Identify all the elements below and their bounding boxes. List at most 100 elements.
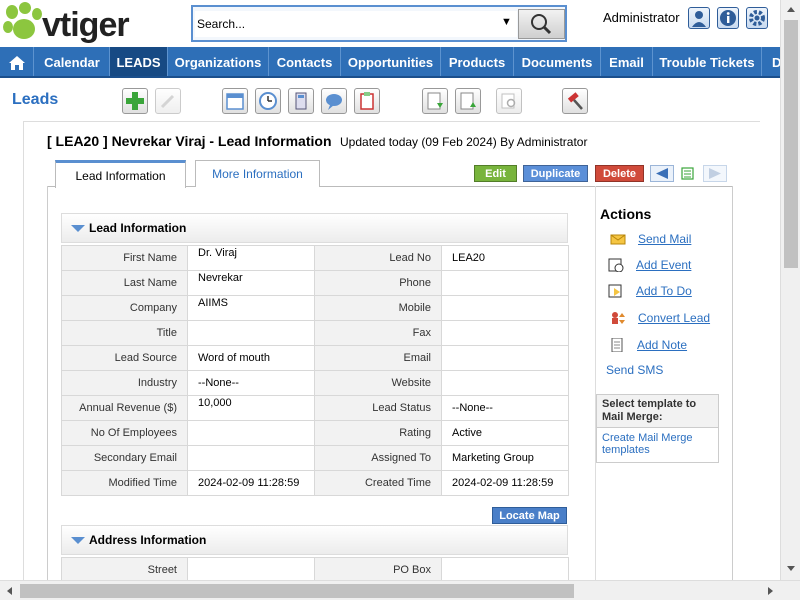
field-value[interactable] [441,557,569,583]
search-icon [531,14,552,35]
field-value[interactable] [187,557,315,583]
add-note-link[interactable]: Add Note [637,338,687,352]
edit-button[interactable]: Edit [474,165,517,182]
vtiger-logo[interactable]: vtiger [2,2,167,44]
send-sms-link[interactable]: Send SMS [606,363,663,377]
field-value[interactable]: Dr. Viraj [187,245,315,271]
field-value[interactable]: 10,000 [187,395,315,421]
field-label: Website [314,370,442,396]
previous-record-button[interactable] [650,165,674,182]
vertical-scrollbar[interactable] [780,0,800,580]
clipboard-button[interactable] [354,88,380,114]
field-value[interactable] [441,295,569,321]
field-value[interactable]: --None-- [441,395,569,421]
clock-button[interactable] [255,88,281,114]
vertical-scroll-thumb[interactable] [784,20,798,268]
search-input[interactable] [195,11,517,37]
send-mail-link[interactable]: Send Mail [638,232,691,246]
field-value[interactable]: Active [441,420,569,446]
nav-trouble-tickets[interactable]: Trouble Tickets [653,47,762,76]
home-button[interactable] [0,47,34,76]
nav-opportunities[interactable]: Opportunities [341,47,441,76]
locate-map-button[interactable]: Locate Map [492,507,567,524]
field-row: Annual Revenue ($) 10,000 Lead Status --Non… [61,395,569,421]
nav-more[interactable]: D [762,47,780,76]
field-label: Lead No [314,245,442,271]
field-value[interactable] [187,420,315,446]
clock-icon [259,92,277,110]
create-mail-merge-link[interactable]: Create Mail Merge templates [597,428,718,456]
lead-information-header[interactable]: Lead Information [61,213,568,243]
jump-record-button[interactable] [678,165,700,182]
chat-button[interactable] [321,88,347,114]
field-value[interactable] [187,320,315,346]
field-value[interactable]: 2024-02-09 11:28:59 [441,470,569,496]
import-button[interactable] [422,88,448,114]
nav-email[interactable]: Email [601,47,653,76]
calculator-button[interactable] [288,88,314,114]
scroll-right-icon[interactable] [762,581,778,600]
convert-lead-action[interactable]: Convert Lead [610,310,710,325]
add-event-link[interactable]: Add Event [636,258,691,272]
delete-button[interactable]: Delete [595,165,644,182]
calculator-icon [295,92,307,110]
field-value[interactable] [441,270,569,296]
address-information-header[interactable]: Address Information [61,525,568,555]
field-value[interactable]: Nevrekar [187,270,315,296]
settings-icon[interactable] [746,7,768,29]
settings-hammer-button[interactable] [562,88,588,114]
field-label: Email [314,345,442,371]
search-button[interactable] [518,9,565,39]
info-icon[interactable] [717,7,739,29]
scroll-left-icon[interactable] [2,581,18,600]
field-value[interactable] [441,370,569,396]
field-value[interactable]: AIIMS [187,295,315,321]
module-title[interactable]: Leads [12,91,58,109]
nav-products[interactable]: Products [441,47,514,76]
user-icon[interactable] [688,7,710,29]
field-value[interactable]: 2024-02-09 11:28:59 [187,470,315,496]
field-value[interactable] [441,320,569,346]
horizontal-scroll-thumb[interactable] [20,584,574,598]
tab-lead-information[interactable]: Lead Information [55,160,186,188]
field-row: Company AIIMS Mobile [61,295,569,321]
edit-disabled-button [155,88,181,114]
field-value[interactable]: LEA20 [441,245,569,271]
calendar-button[interactable] [222,88,248,114]
field-label: No Of Employees [61,420,188,446]
field-value[interactable]: Marketing Group [441,445,569,471]
field-value[interactable]: Word of mouth [187,345,315,371]
tab-more-information[interactable]: More Information [195,160,320,187]
search-box: ▼ [191,5,567,42]
event-icon [608,258,624,272]
nav-documents[interactable]: Documents [514,47,601,76]
add-todo-action[interactable]: Add To Do [608,283,692,298]
field-value[interactable] [187,445,315,471]
export-button[interactable] [455,88,481,114]
convert-lead-link[interactable]: Convert Lead [638,311,710,325]
find-duplicates-button[interactable] [496,88,522,114]
add-note-action[interactable]: Add Note [609,337,687,352]
search-dropdown-icon[interactable]: ▼ [501,16,512,28]
nav-contacts[interactable]: Contacts [269,47,341,76]
duplicate-button[interactable]: Duplicate [523,165,588,182]
horizontal-scrollbar[interactable] [0,580,800,600]
add-event-action[interactable]: Add Event [608,257,691,272]
create-lead-button[interactable] [122,88,148,114]
add-todo-link[interactable]: Add To Do [636,284,692,298]
next-record-button[interactable] [703,165,727,182]
sidebar-divider [595,186,596,580]
field-row: No Of Employees Rating Active [61,420,569,446]
scroll-down-icon[interactable] [781,560,800,576]
scroll-up-icon[interactable] [781,2,800,18]
user-name[interactable]: Administrator [603,10,680,25]
field-value[interactable]: --None-- [187,370,315,396]
collapse-triangle-icon[interactable] [71,225,85,232]
collapse-triangle-icon[interactable] [71,537,85,544]
field-row: First Name Dr. Viraj Lead No LEA20 [61,245,569,271]
field-value[interactable] [441,345,569,371]
send-mail-action[interactable]: Send Mail [610,231,691,246]
nav-organizations[interactable]: Organizations [168,47,269,76]
nav-calendar[interactable]: Calendar [35,47,110,76]
nav-leads[interactable]: LEADS [110,47,168,76]
